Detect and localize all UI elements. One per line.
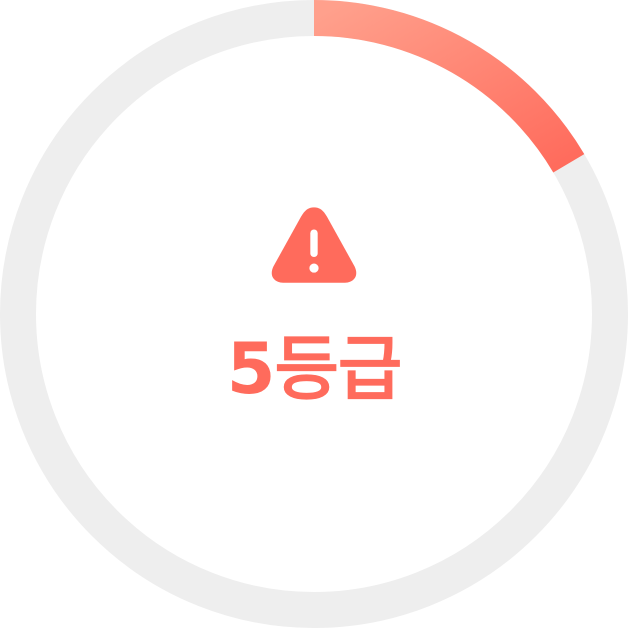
progress-arc — [313, 0, 585, 173]
grade-gauge: 5등급 — [0, 0, 628, 628]
grade-center: 5등급 — [0, 200, 628, 404]
grade-label: 5등급 — [226, 328, 403, 410]
warning-triangle-icon — [271, 207, 357, 283]
